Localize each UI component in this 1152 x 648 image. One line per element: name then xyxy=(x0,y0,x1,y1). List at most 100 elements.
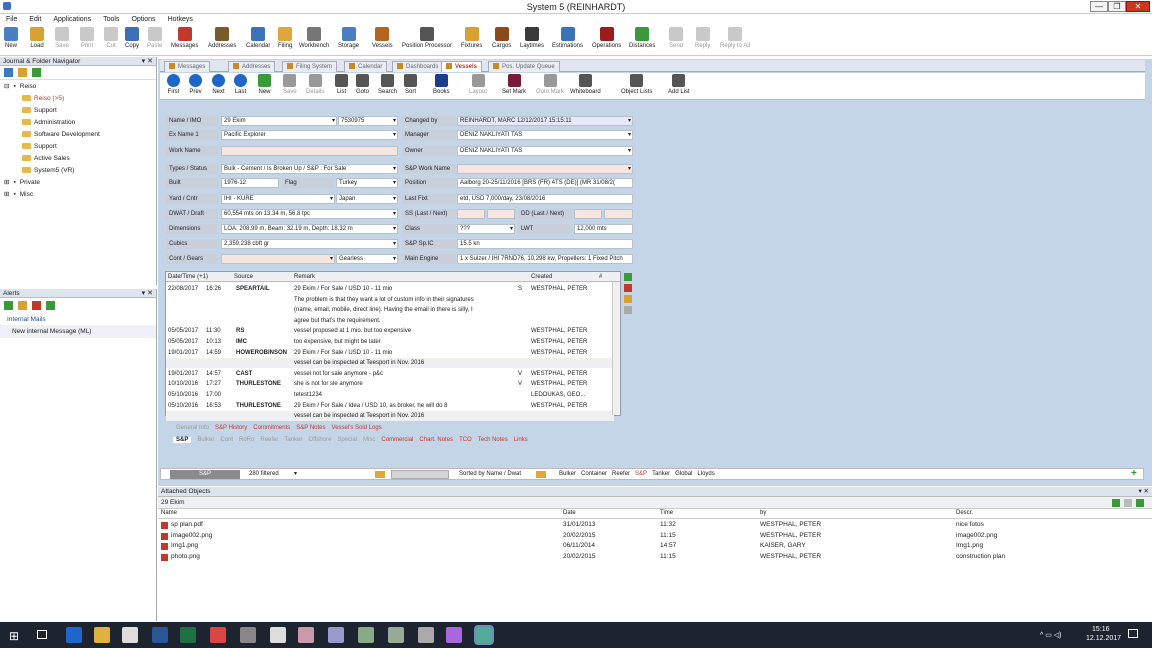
grid-row[interactable]: 05/10/2016 17:00 tetest1234 LEDOUKAS, GEO..… xyxy=(166,390,614,400)
dropdown-icon[interactable]: ▾ xyxy=(510,225,513,233)
toolbar-vessels-button[interactable]: Vessels xyxy=(372,27,393,49)
app-icon[interactable] xyxy=(388,627,404,643)
vessel-layout-button[interactable]: Layout xyxy=(469,74,487,95)
attached-row[interactable]: Img1.png 06/11/2014 14:57 KAISER, GARY Img1.… xyxy=(158,541,1152,551)
vessel-list-button[interactable]: List xyxy=(335,74,348,95)
sp-sp-ic-field[interactable]: 15.5 kn xyxy=(457,239,633,249)
category-tab[interactable]: Commercial xyxy=(381,437,413,443)
type-filter[interactable]: Bulker xyxy=(559,471,576,477)
toolbar-save-button[interactable]: Save xyxy=(55,27,69,49)
chrome-icon[interactable] xyxy=(210,627,226,643)
lwt-field[interactable]: 12,000 mts xyxy=(574,224,633,234)
dropdown-icon[interactable]: ▾ xyxy=(393,195,396,203)
grid-row[interactable]: The problem is that they want a lot of c… xyxy=(166,295,614,305)
attached-header-cell[interactable]: Descr. xyxy=(956,510,973,516)
dropdown-icon[interactable]: ▾ xyxy=(628,147,631,155)
tab-messages[interactable]: Messages xyxy=(164,61,211,72)
panel-controls[interactable]: ▾ ✕ xyxy=(142,57,153,65)
vessel-prev-button[interactable]: Prev xyxy=(189,74,202,95)
dropdown-icon[interactable]: ▾ xyxy=(330,255,333,263)
category-tab[interactable]: Cont xyxy=(220,437,233,443)
vessel-last-button[interactable]: Last xyxy=(234,74,247,95)
toolbar-print-button[interactable]: Print xyxy=(80,27,94,49)
gears-field[interactable]: Gearless ▾ xyxy=(336,254,398,264)
attached-row[interactable]: sp plan.pdf 31/01/2013 11:32 WESTPHAL, PETE… xyxy=(158,520,1152,530)
nav-tool-icon[interactable] xyxy=(4,68,13,77)
store-icon[interactable] xyxy=(122,627,138,643)
alerts-tool-icon[interactable] xyxy=(4,301,13,310)
app-icon[interactable] xyxy=(446,627,462,643)
app-icon[interactable] xyxy=(240,627,256,643)
grid-row[interactable]: 22/08/2017 16:26 SPEARTAIL 29 Ekim / For Sa… xyxy=(166,284,614,294)
grid-header[interactable]: Created xyxy=(531,272,552,282)
vessel-sort-button[interactable]: Sort xyxy=(404,74,417,95)
toolbar-calendar-button[interactable]: Calendar xyxy=(246,27,270,49)
expand-toggle-icon[interactable]: ⊞ xyxy=(4,191,9,198)
toolbar-new-button[interactable]: New xyxy=(4,27,18,49)
dropdown-icon[interactable]: ▾ xyxy=(332,117,335,125)
clock-time[interactable]: 15:16 xyxy=(1092,626,1110,633)
type-filter[interactable]: Container xyxy=(581,471,607,477)
tree-item[interactable]: Support xyxy=(0,105,156,117)
filter-tag[interactable]: S&P xyxy=(170,470,240,479)
menu-file[interactable]: File xyxy=(0,14,23,23)
grid-row[interactable]: 19/01/2017 14:57 CAST vessel not for sale a… xyxy=(166,369,614,379)
toolbar-cargos-button[interactable]: Cargos xyxy=(492,27,511,49)
ss-next-field[interactable] xyxy=(487,209,515,219)
tree-item[interactable]: Administration xyxy=(0,117,156,129)
tree-item[interactable]: ⊞ ▪ Private xyxy=(0,177,156,189)
tab-calendar[interactable]: Calendar xyxy=(344,61,388,72)
manager-field[interactable]: DENIZ NAKLIYATI TAS ▾ xyxy=(457,130,633,140)
dropdown-icon[interactable]: ▾ xyxy=(330,195,333,203)
tree-item[interactable]: ⊞ ▪ Misc xyxy=(0,189,156,201)
explorer-icon[interactable] xyxy=(94,627,110,643)
grid-row[interactable]: 05/05/2017 10:13 IMC too expensive, but mig… xyxy=(166,337,614,347)
add-filter-icon[interactable]: + xyxy=(1131,468,1137,479)
position-field[interactable]: Aalborg 20-25/11/2016 [BRS (FR) 4TS (DE)… xyxy=(457,178,633,188)
main-engine-field[interactable]: 1 x Sulzer / IHI 7RND76, 10,298 kw, Prop… xyxy=(457,254,633,264)
detail-tab[interactable]: S&P History xyxy=(215,425,247,431)
category-tab[interactable]: S&P xyxy=(173,437,192,443)
category-tab[interactable]: TCO xyxy=(459,437,472,443)
vessel-add-list-button[interactable]: Add List xyxy=(668,74,690,95)
type-filter[interactable]: Lloyds xyxy=(697,471,714,477)
toolbar-copy-button[interactable]: Copy xyxy=(125,27,139,49)
dropdown-icon[interactable]: ▾ xyxy=(393,210,396,218)
toolbar-storage-button[interactable]: Storage xyxy=(338,27,359,49)
attached-header-cell[interactable]: Date xyxy=(563,510,576,516)
vessel-goto-button[interactable]: Goto xyxy=(356,74,369,95)
attached-row[interactable]: photo.png 20/02/2015 11:15 WESTPHAL, PETER c… xyxy=(158,552,1152,562)
delete-remark-icon[interactable] xyxy=(624,306,632,314)
vessel-goto-mark-button[interactable]: Goto Mark xyxy=(536,74,564,95)
toolbar-messages-button[interactable]: Messages xyxy=(171,27,198,49)
dropdown-icon[interactable]: ▾ xyxy=(393,117,396,125)
tree-item[interactable]: Active Sales xyxy=(0,153,156,165)
detail-tab[interactable]: Vessel's Sold Logs xyxy=(332,425,382,431)
alerts-folder[interactable]: Internal Mails xyxy=(0,314,156,325)
menu-tools[interactable]: Tools xyxy=(97,14,125,23)
start-icon[interactable]: ⊞ xyxy=(9,629,19,643)
toolbar-addresses-button[interactable]: Addresses xyxy=(208,27,236,49)
tree-item[interactable]: Software Development xyxy=(0,129,156,141)
cubics-field[interactable]: 2,359,238 cbft gr ▾ xyxy=(221,239,398,249)
category-tab[interactable]: Bulker xyxy=(197,437,214,443)
attach-add-icon[interactable] xyxy=(1112,499,1120,507)
tree-item[interactable]: Reiso (>5) xyxy=(0,93,156,105)
toolbar-reply-button[interactable]: Reply xyxy=(695,27,710,49)
flag-field[interactable]: Turkey ▾ xyxy=(336,178,398,188)
toolbar-paste-button[interactable]: Paste xyxy=(147,27,162,49)
alerts-message[interactable]: New internal Message (ML) xyxy=(0,325,156,338)
tab-dashboards[interactable]: Dashboards xyxy=(392,61,444,72)
vessel-books-button[interactable]: Books xyxy=(433,74,450,95)
dropdown-icon[interactable]: ▾ xyxy=(628,117,631,125)
toolbar-distances-button[interactable]: Distances xyxy=(629,27,655,49)
grid-row[interactable]: vessel can be inspected at Teesport in N… xyxy=(166,411,614,422)
cont-field[interactable]: ▾ xyxy=(221,254,335,264)
detail-tab[interactable]: S&P Notes xyxy=(296,425,325,431)
dropdown-icon[interactable]: ▾ xyxy=(628,165,631,173)
vessel-details-button[interactable]: Details xyxy=(306,74,324,95)
last-fixt-field[interactable]: etd, USD 7,000/day, 23/08/2016 xyxy=(457,194,633,204)
work-name-field[interactable] xyxy=(221,146,398,156)
close-button[interactable]: ✕ xyxy=(1126,1,1150,12)
vessel-save-button[interactable]: Save xyxy=(283,74,297,95)
